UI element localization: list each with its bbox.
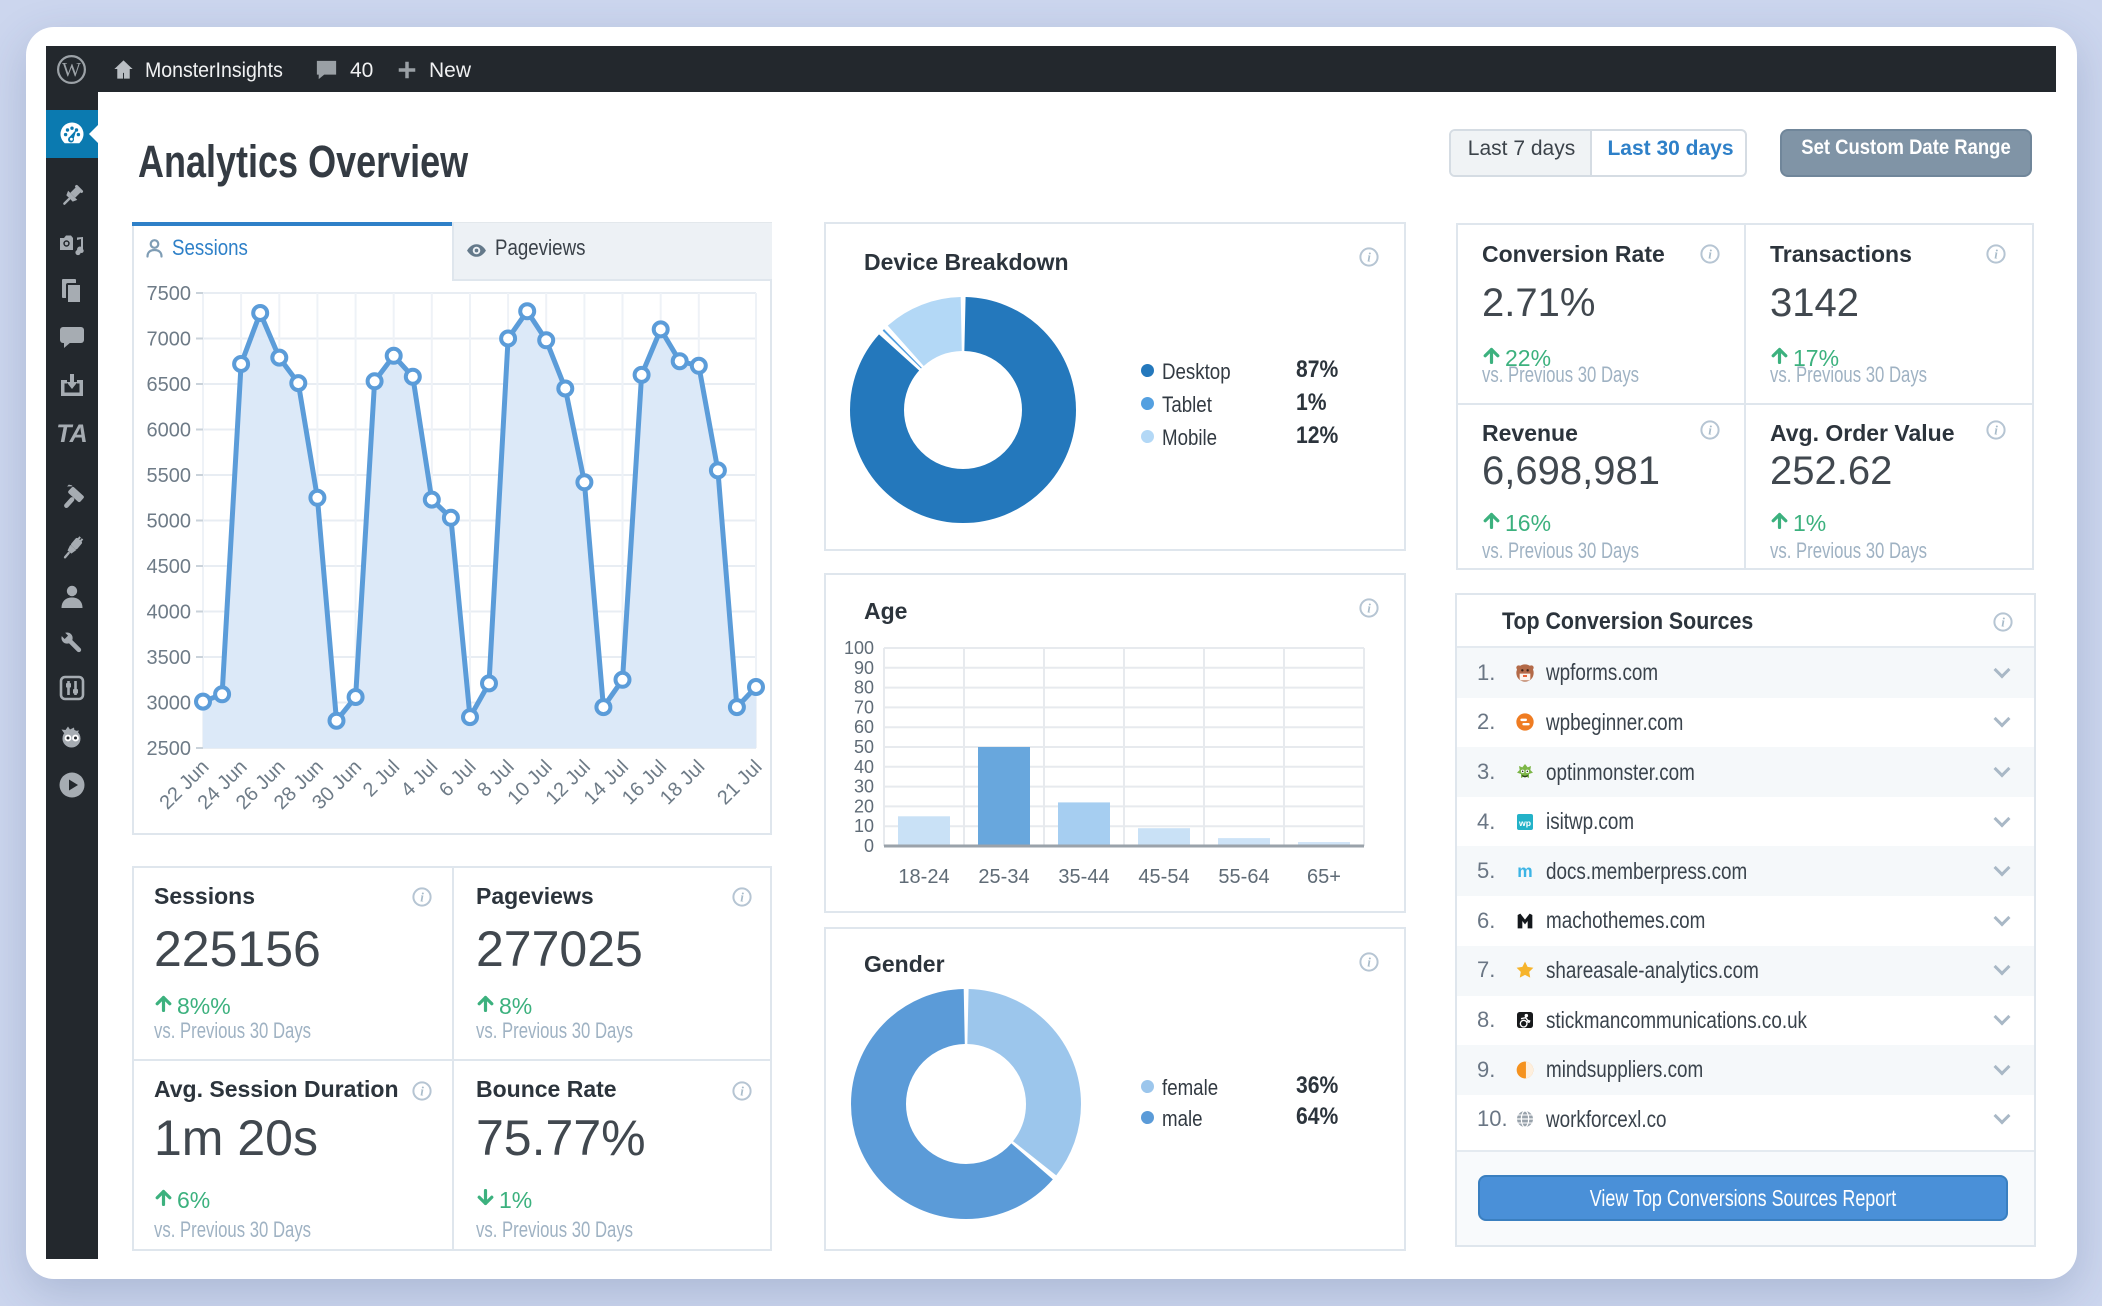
svg-text:45-54: 45-54	[1138, 866, 1189, 888]
svg-text:55-64: 55-64	[1218, 866, 1269, 888]
svg-text:5500: 5500	[147, 465, 192, 487]
svg-text:i: i	[740, 1084, 744, 1099]
svg-text:0: 0	[864, 836, 874, 856]
svg-text:i: i	[420, 890, 424, 905]
svg-text:7500: 7500	[147, 283, 192, 305]
svg-text:i: i	[1994, 247, 1998, 262]
svg-text:4500: 4500	[147, 556, 192, 578]
svg-text:wp: wp	[1518, 818, 1531, 828]
svg-text:7000: 7000	[147, 329, 192, 351]
svg-text:i: i	[1994, 423, 1998, 438]
svg-text:6 Jul: 6 Jul	[435, 756, 480, 801]
svg-text:i: i	[420, 1084, 424, 1099]
svg-text:i: i	[2001, 615, 2005, 630]
svg-text:2500: 2500	[147, 738, 192, 760]
svg-text:20: 20	[854, 796, 874, 816]
svg-text:W: W	[62, 59, 81, 81]
svg-text:i: i	[740, 890, 744, 905]
svg-text:6500: 6500	[147, 374, 192, 396]
svg-text:21 Jul: 21 Jul	[713, 756, 766, 809]
svg-text:4 Jul: 4 Jul	[397, 756, 442, 801]
svg-text:10: 10	[854, 816, 874, 836]
svg-text:i: i	[1708, 423, 1712, 438]
svg-text:m: m	[1517, 861, 1532, 881]
svg-text:3500: 3500	[147, 647, 192, 669]
svg-text:35-44: 35-44	[1058, 866, 1109, 888]
svg-text:70: 70	[854, 697, 874, 717]
svg-text:6000: 6000	[147, 420, 192, 442]
svg-text:90: 90	[854, 658, 874, 678]
svg-text:30: 30	[854, 777, 874, 797]
svg-text:50: 50	[854, 737, 874, 757]
svg-text:4000: 4000	[147, 602, 192, 624]
svg-text:2 Jul: 2 Jul	[359, 756, 404, 801]
svg-text:65+: 65+	[1307, 866, 1341, 888]
svg-text:25-34: 25-34	[978, 866, 1029, 888]
svg-text:5000: 5000	[147, 511, 192, 533]
svg-text:100: 100	[844, 638, 874, 658]
svg-text:18 Jul: 18 Jul	[656, 756, 709, 809]
svg-text:3000: 3000	[147, 693, 192, 715]
svg-text:40: 40	[854, 757, 874, 777]
svg-text:60: 60	[854, 717, 874, 737]
svg-text:i: i	[1708, 247, 1712, 262]
svg-text:80: 80	[854, 678, 874, 698]
svg-text:18-24: 18-24	[898, 866, 949, 888]
